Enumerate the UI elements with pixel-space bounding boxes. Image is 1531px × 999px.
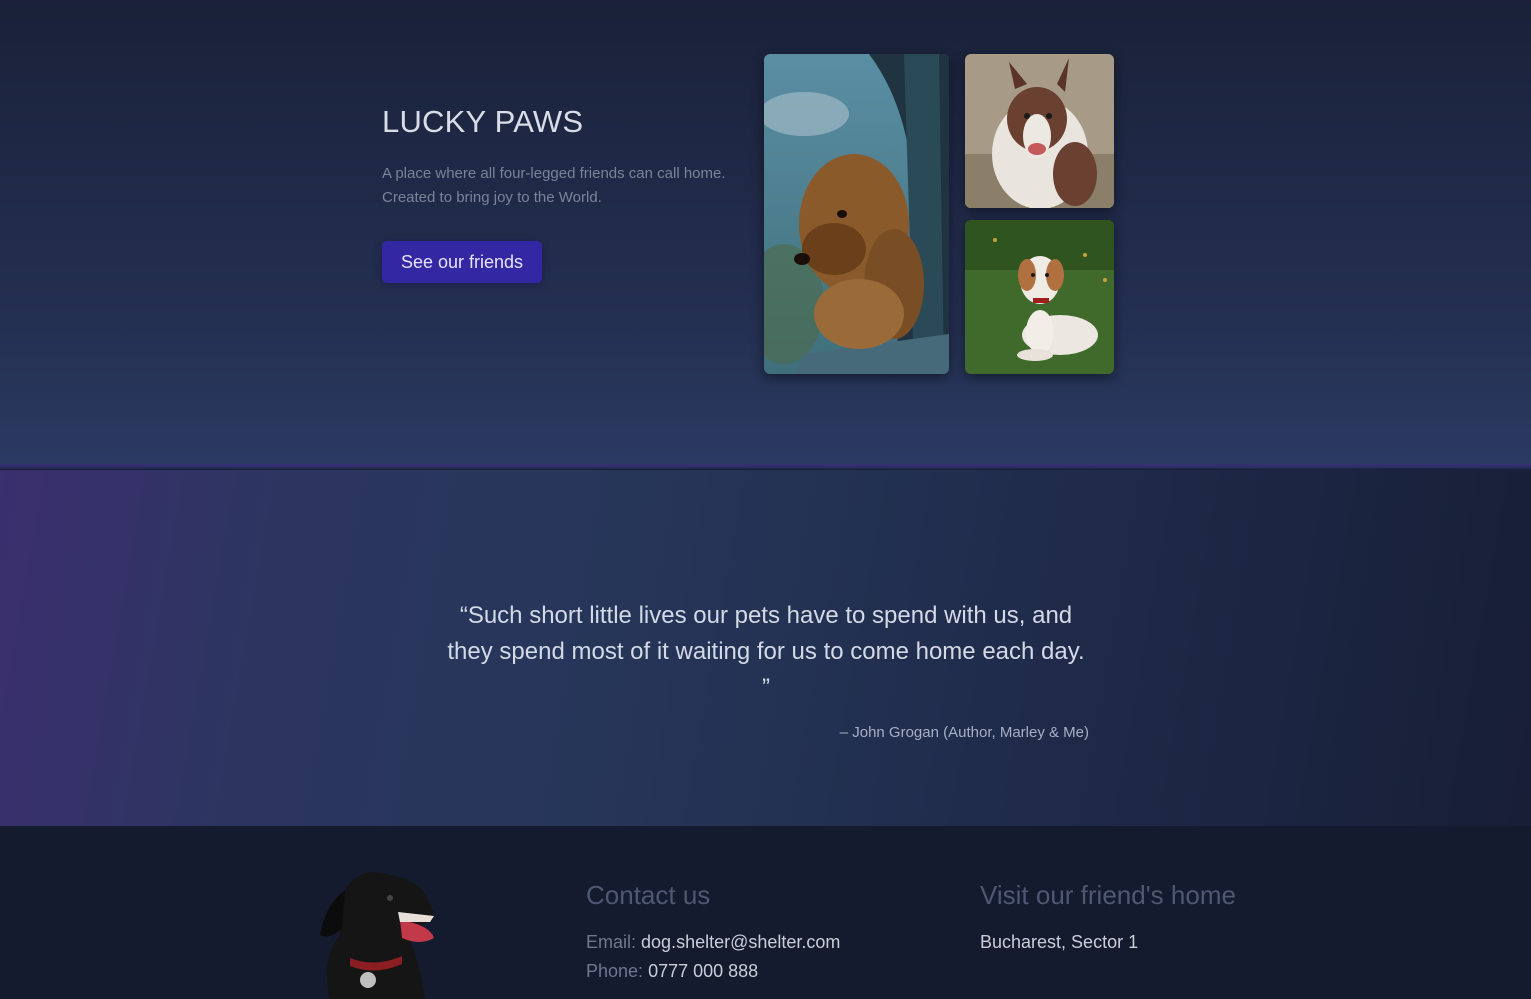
quote-text: “Such short little lives our pets have t…: [440, 598, 1092, 706]
hero-tagline: A place where all four-legged friends ca…: [382, 162, 762, 210]
puppy-on-grass-photo: [965, 220, 1114, 374]
tagline-line-2: Created to bring joy to the World.: [382, 189, 602, 206]
quote-line-1: “Such short little lives our pets have t…: [459, 602, 1073, 629]
hero-section: LUCKY PAWS A place where all four-legged…: [0, 0, 1531, 466]
phone-row: Phone: 0777 000 888: [586, 961, 758, 982]
email-link[interactable]: dog.shelter@shelter.com: [641, 932, 840, 952]
address-text: Bucharest, Sector 1: [980, 932, 1139, 952]
see-our-friends-button[interactable]: See our friends: [382, 241, 542, 283]
footer: Contact us Email: dog.shelter@shelter.co…: [0, 826, 1531, 999]
phone-label: Phone:: [586, 961, 644, 981]
tagline-line-1: A place where all four-legged friends ca…: [382, 165, 726, 182]
email-label: Email:: [586, 932, 637, 952]
quote-author: – John Grogan (Author, Marley & Me): [839, 724, 1089, 741]
black-labrador-image: [310, 850, 440, 999]
brand-title: LUCKY PAWS: [382, 104, 584, 139]
quote-section: “Such short little lives our pets have t…: [0, 470, 1531, 826]
email-row: Email: dog.shelter@shelter.com: [586, 932, 840, 953]
contact-us-heading: Contact us: [586, 880, 711, 910]
dog-in-car-window-photo: [764, 54, 949, 374]
phone-link[interactable]: 0777 000 888: [648, 961, 758, 981]
quote-line-2: they spend most of it waiting for us to …: [447, 638, 1085, 665]
visit-home-heading: Visit our friend's home: [980, 880, 1236, 910]
quote-closing-mark: ”: [762, 674, 770, 701]
collie-dog-photo: [965, 54, 1114, 208]
